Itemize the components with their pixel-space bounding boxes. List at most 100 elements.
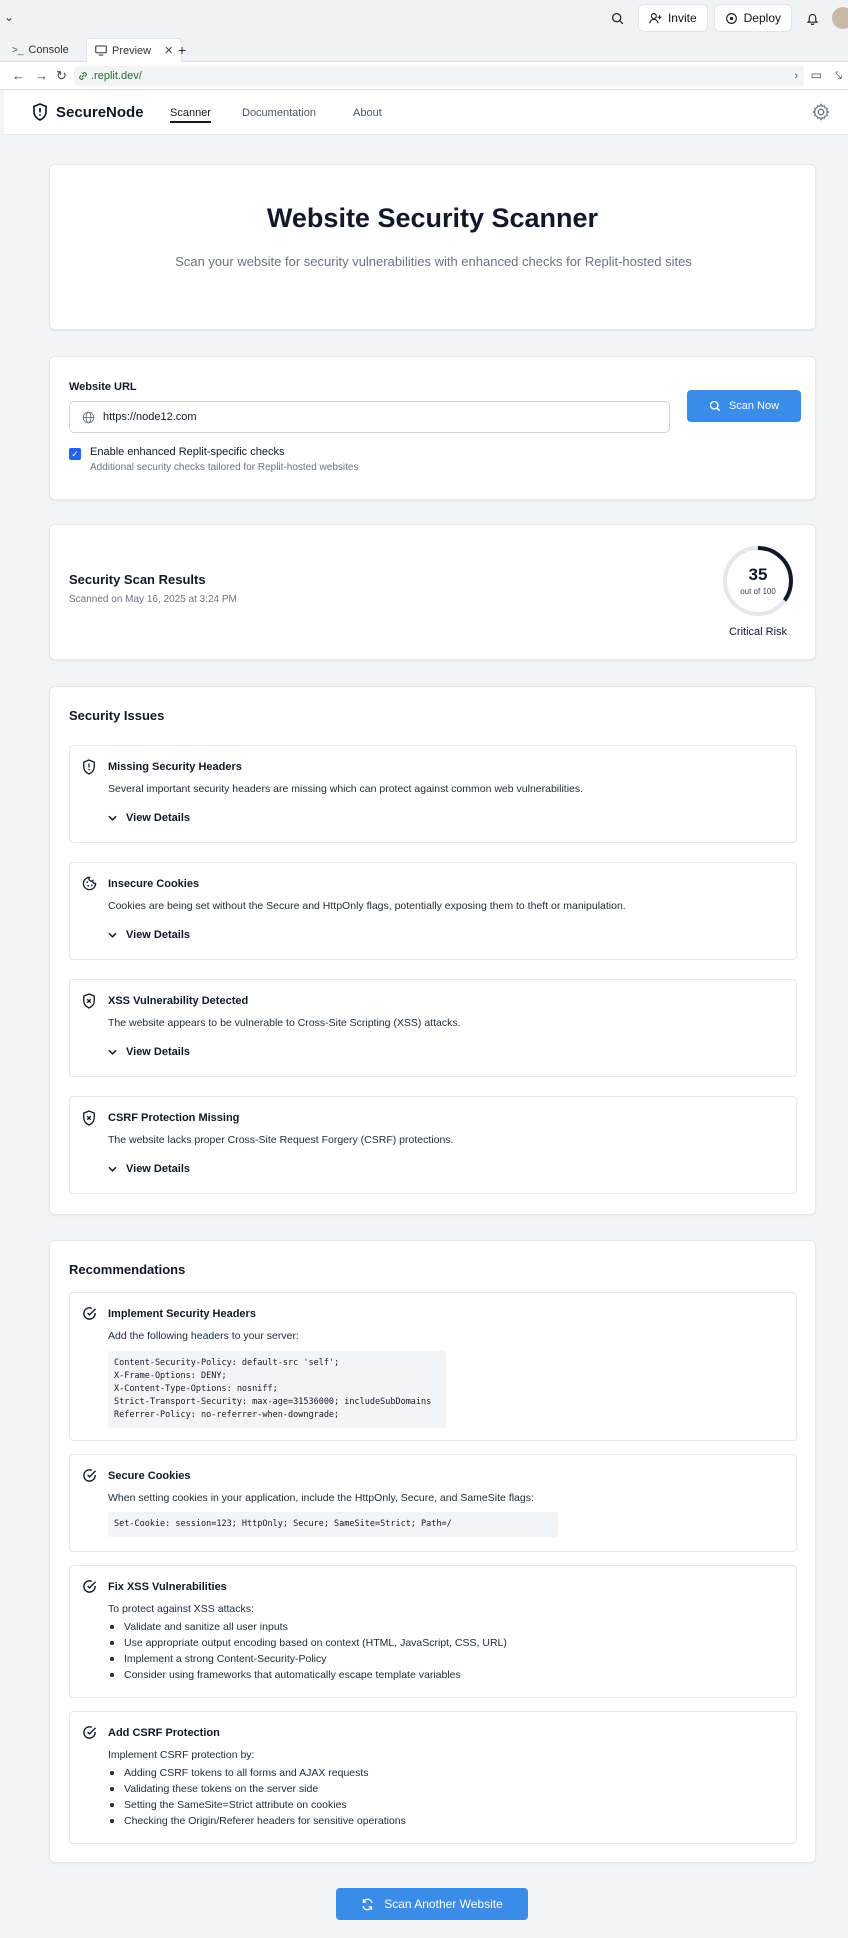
terminal-icon: >_ (12, 44, 24, 56)
view-details-toggle[interactable]: View Details (108, 1046, 190, 1058)
results-title: Security Scan Results (69, 572, 206, 587)
search-icon[interactable] (604, 4, 632, 32)
monitor-icon (95, 45, 107, 56)
list-item: Adding CSRF tokens to all forms and AJAX… (108, 1765, 406, 1781)
code-snippet: Content-Security-Policy: default-src 'se… (108, 1351, 446, 1428)
tab-label: Console (28, 44, 69, 56)
view-details-label: View Details (126, 1046, 190, 1058)
recommendation-list: Validate and sanitize all user inputs Us… (108, 1619, 507, 1683)
recommendation-description: When setting cookies in your application… (108, 1492, 534, 1504)
deploy-icon (725, 12, 737, 24)
scan-form-card: Website URL https://node12.com Scan Now … (49, 356, 816, 500)
devices-icon[interactable]: ▭ (811, 68, 822, 82)
enhanced-checks-label[interactable]: Enable enhanced Replit-specific checks (90, 446, 284, 458)
score-gauge: 35 out of 100 (722, 545, 794, 617)
invite-button[interactable]: Invite (637, 4, 708, 32)
recommendation-list: Adding CSRF tokens to all forms and AJAX… (108, 1765, 406, 1829)
scan-results-card: Security Scan Results Scanned on May 16,… (49, 524, 816, 660)
website-url-input[interactable]: https://node12.com (69, 401, 670, 433)
issue-description: Several important security headers are m… (108, 783, 584, 795)
url-value: https://node12.com (103, 411, 197, 423)
check-circle-icon (83, 1307, 97, 1320)
chevron-down-icon (108, 1049, 117, 1055)
recommendation-description: Implement CSRF protection by: (108, 1749, 255, 1761)
avatar[interactable] (832, 7, 848, 29)
issues-title: Security Issues (69, 708, 165, 723)
issue-title: Missing Security Headers (108, 761, 242, 773)
gear-icon[interactable] (812, 103, 830, 121)
view-details-toggle[interactable]: View Details (108, 1163, 190, 1175)
chevron-down-icon (108, 815, 117, 821)
recommendation-title: Fix XSS Vulnerabilities (108, 1581, 227, 1593)
issue-title: CSRF Protection Missing (108, 1112, 240, 1124)
page-title: Website Security Scanner (266, 203, 599, 233)
url-field[interactable]: .replit.dev/ › (74, 66, 804, 86)
cookie-icon (82, 876, 97, 891)
view-details-label: View Details (126, 812, 190, 824)
invite-label: Invite (667, 11, 697, 25)
issue-item: Insecure Cookies Cookies are being set w… (69, 862, 797, 960)
view-details-toggle[interactable]: View Details (108, 929, 190, 941)
nav-link-about[interactable]: About (353, 107, 382, 119)
recommendation-item: Add CSRF Protection Implement CSRF prote… (69, 1711, 797, 1844)
wrench-icon[interactable]: ⤥ (835, 68, 842, 83)
chevron-down-icon[interactable]: ⌄ (4, 10, 14, 24)
bell-icon[interactable] (798, 4, 826, 32)
recommendation-item: Implement Security Headers Add the follo… (69, 1292, 797, 1441)
refresh-icon[interactable]: ↻ (56, 68, 67, 84)
tab-preview[interactable]: Preview ✕ (86, 38, 183, 62)
score-out-of: out of 100 (740, 587, 776, 596)
scan-now-button[interactable]: Scan Now (687, 390, 801, 422)
view-details-toggle[interactable]: View Details (108, 812, 190, 824)
issue-description: The website lacks proper Cross-Site Requ… (108, 1134, 454, 1146)
shield-x-icon (83, 1110, 95, 1126)
link-icon (79, 72, 87, 80)
chevron-down-icon (108, 1166, 117, 1172)
list-item: Validate and sanitize all user inputs (108, 1619, 507, 1635)
score-value: 35 (748, 565, 768, 584)
recommendation-title: Add CSRF Protection (108, 1727, 220, 1739)
deploy-label: Deploy (743, 11, 781, 25)
list-item: Checking the Origin/Referer headers for … (108, 1813, 406, 1829)
recommendation-title: Secure Cookies (108, 1470, 191, 1482)
recommendations-card: Recommendations Implement Security Heade… (49, 1240, 816, 1863)
search-icon (709, 400, 721, 412)
chevron-right-icon: › (794, 70, 798, 82)
code-snippet: Set-Cookie: session=123; HttpOnly; Secur… (108, 1512, 558, 1537)
new-tab-button[interactable]: + (170, 38, 194, 62)
recommendation-description: Add the following headers to your server… (108, 1330, 299, 1342)
deploy-button[interactable]: Deploy (713, 4, 792, 32)
scan-another-website-button[interactable]: Scan Another Website (336, 1888, 528, 1920)
workspace-topbar: ⌄ Invite Deploy (0, 0, 848, 36)
nav-link-scanner[interactable]: Scanner (170, 107, 211, 123)
enhanced-checks-checkbox[interactable]: ✓ (69, 448, 81, 460)
list-item: Use appropriate output encoding based on… (108, 1635, 507, 1651)
arrow-right-icon[interactable]: → (35, 68, 48, 83)
shield-alert-icon (83, 759, 95, 775)
issue-description: The website appears to be vulnerable to … (108, 1017, 461, 1029)
list-item: Setting the SameSite=Strict attribute on… (108, 1797, 406, 1813)
arrow-left-icon[interactable]: ← (12, 68, 25, 83)
recommendation-item: Secure Cookies When setting cookies in y… (69, 1454, 797, 1552)
shield-x-icon (83, 993, 95, 1009)
view-details-label: View Details (126, 929, 190, 941)
tab-console[interactable]: >_ Console (4, 38, 77, 62)
recommendations-title: Recommendations (69, 1262, 186, 1277)
page-subtitle: Scan your website for security vulnerabi… (175, 254, 692, 269)
shield-alert-icon (33, 103, 47, 121)
scan-another-label: Scan Another Website (384, 1897, 503, 1911)
recommendation-title: Implement Security Headers (108, 1308, 256, 1320)
preview-urlbar: ← → ↻ .replit.dev/ › ▭ ⤥ (0, 62, 848, 90)
refresh-icon (362, 1898, 373, 1910)
security-issues-card: Security Issues Missing Security Headers… (49, 686, 816, 1215)
workspace-tabbar: >_ Console Preview ✕ + (0, 36, 848, 62)
issue-description: Cookies are being set without the Secure… (108, 900, 626, 912)
issue-item: Missing Security Headers Several importa… (69, 745, 797, 843)
url-label: Website URL (69, 381, 137, 393)
list-item: Consider using frameworks that automatic… (108, 1667, 507, 1683)
scan-now-label: Scan Now (728, 400, 780, 412)
brand[interactable]: SecureNode (32, 103, 144, 121)
user-plus-icon (649, 12, 662, 23)
risk-level: Critical Risk (728, 626, 788, 638)
nav-link-documentation[interactable]: Documentation (242, 107, 316, 119)
